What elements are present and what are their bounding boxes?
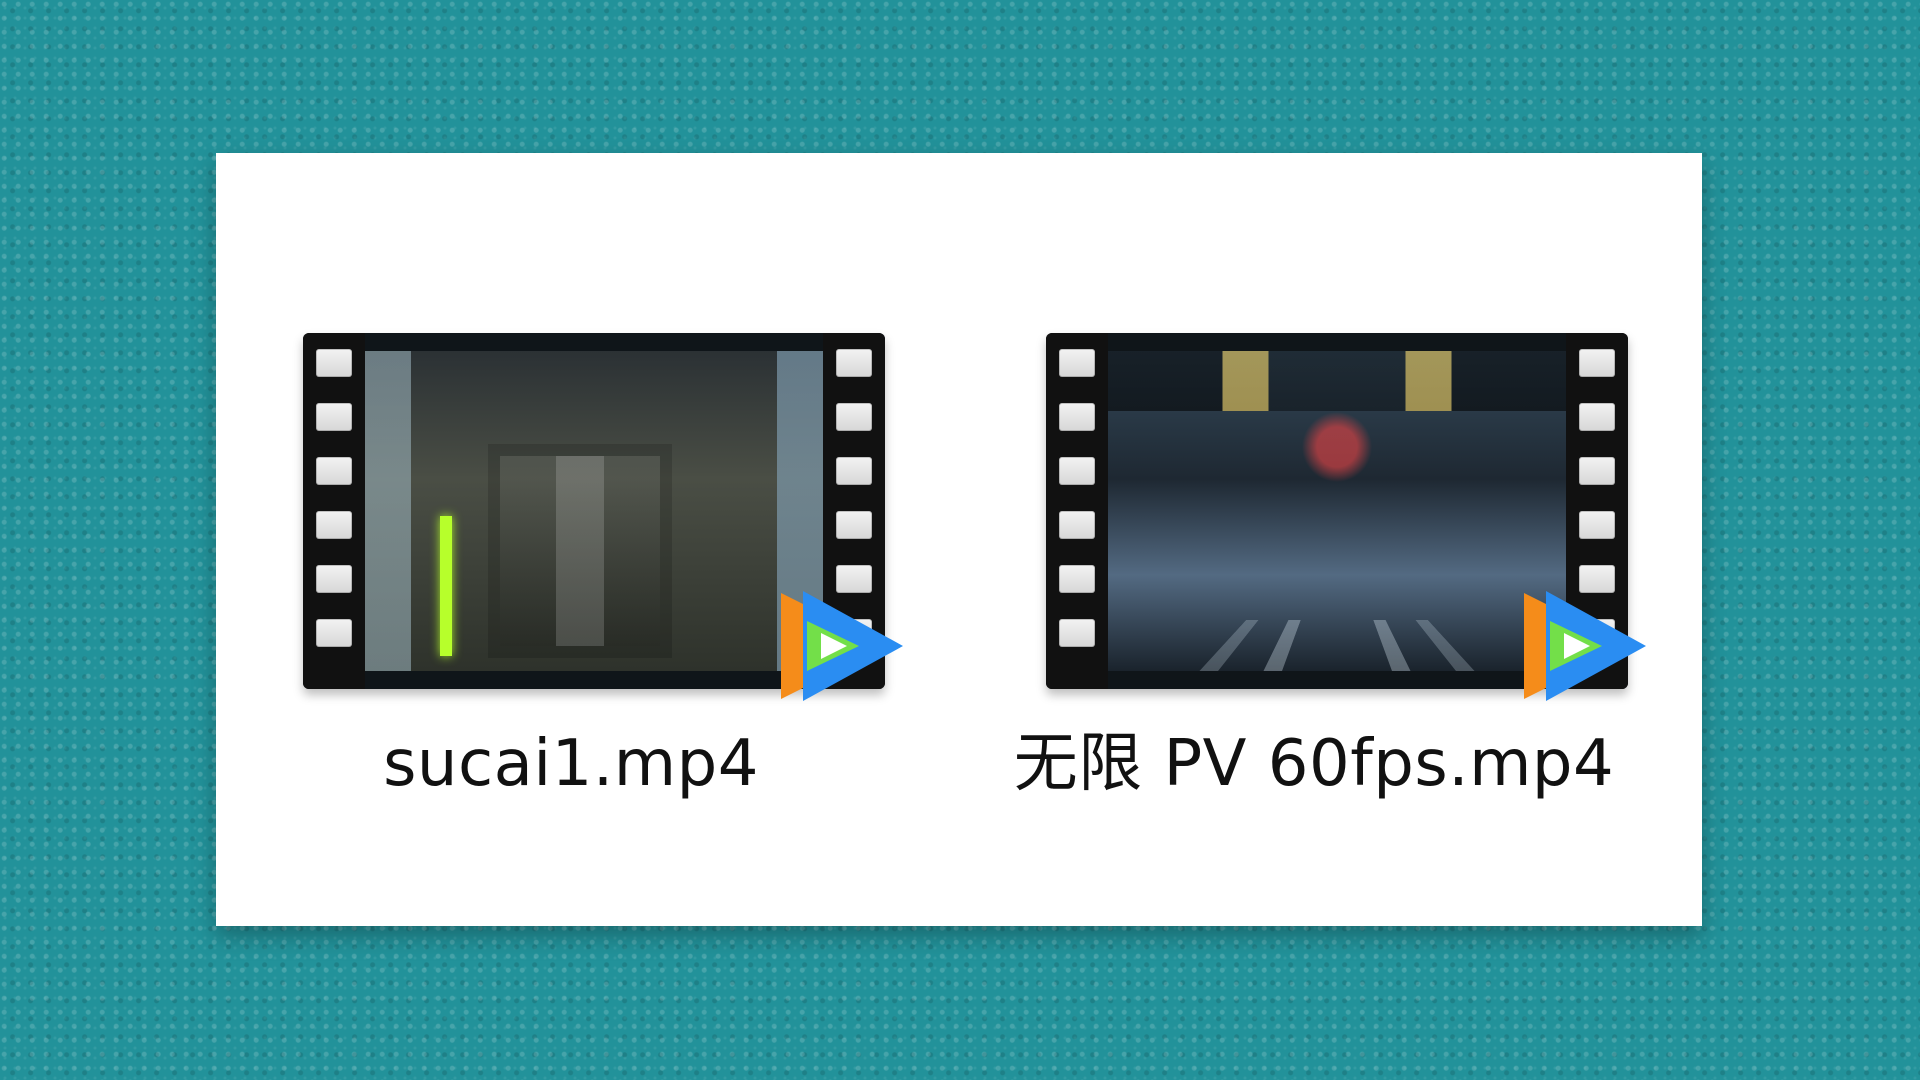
tencent-video-player-icon (781, 591, 903, 701)
sprocket-hole (316, 457, 352, 485)
video-file-icon (1046, 333, 1646, 701)
sprocket-hole (1059, 403, 1095, 431)
file-item-sucai1[interactable]: sucai1.mp4 (251, 333, 903, 933)
video-thumbnail-preview (1108, 351, 1566, 671)
sprocket-hole (1579, 403, 1615, 431)
sprocket-hole (316, 619, 352, 647)
sprocket-hole (836, 403, 872, 431)
file-name-label: sucai1.mp4 (383, 727, 759, 801)
left-sprocket-strip (1046, 333, 1108, 689)
sprocket-hole (1059, 619, 1095, 647)
video-file-icon (303, 333, 903, 701)
file-item-wuxian-pv[interactable]: 无限 PV 60fps.mp4 (994, 333, 1646, 933)
left-sprocket-strip (303, 333, 365, 689)
sprocket-hole (1059, 349, 1095, 377)
file-name-label: 无限 PV 60fps.mp4 (1013, 727, 1615, 801)
sprocket-hole (316, 403, 352, 431)
sprocket-hole (1059, 565, 1095, 593)
video-thumbnail-preview (365, 351, 823, 671)
sprocket-hole (1059, 511, 1095, 539)
sprocket-hole (1579, 457, 1615, 485)
sprocket-hole (316, 349, 352, 377)
sprocket-hole (1579, 511, 1615, 539)
sprocket-hole (836, 511, 872, 539)
tencent-video-player-icon (1524, 591, 1646, 701)
sprocket-hole (316, 511, 352, 539)
sprocket-hole (1579, 349, 1615, 377)
sprocket-hole (836, 349, 872, 377)
sprocket-hole (316, 565, 352, 593)
file-view-panel: sucai1.mp4 无限 PV 60fps.mp4 (216, 153, 1702, 926)
sprocket-hole (1059, 457, 1095, 485)
sprocket-hole (836, 457, 872, 485)
